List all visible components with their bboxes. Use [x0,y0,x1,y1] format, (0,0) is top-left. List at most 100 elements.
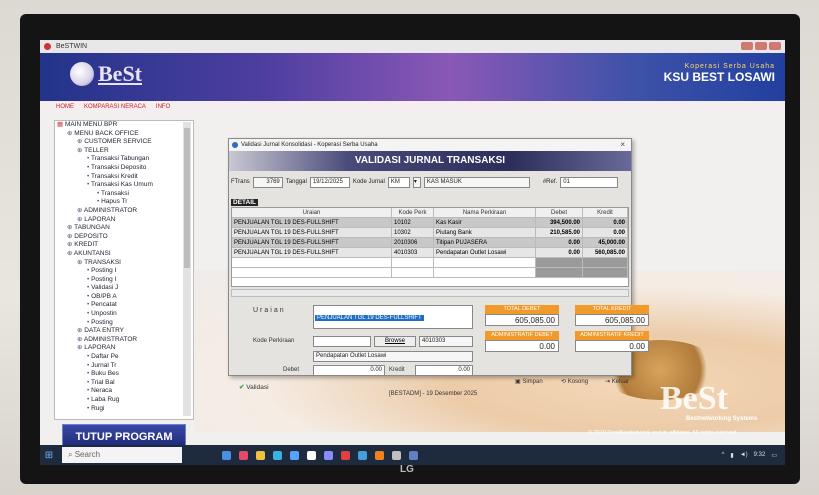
tree-node[interactable]: • OB/PB A [55,293,193,302]
tree-node[interactable]: ⊕ ADMINISTRATOR [55,207,193,216]
tree-node[interactable]: ⊕ AKUNTANSI [55,250,193,259]
keluar-button[interactable]: ⇥ Keluar [605,378,629,385]
tree-node[interactable]: • Transaksi Kas Umum [55,181,193,190]
grid-hscrollbar[interactable] [231,289,629,297]
total-debet-label: TOTAL DEBET [485,305,559,314]
uraian-field[interactable]: PENJUALAN TGL 19 DES-FULLSHIFT [313,305,473,329]
tree-node[interactable]: • Jurnal Tr [55,362,193,371]
kode-jurnal-field[interactable]: KM [387,176,410,188]
menu-home[interactable]: HOME [56,101,74,113]
tree-node[interactable]: ▦ MAIN MENU BPR [55,121,193,130]
tree-node[interactable]: • Transaksi Deposito [55,164,193,173]
ftrans-field[interactable]: 3769 [252,176,283,188]
menu-komparasi[interactable]: KOMPARASI NERACA [84,101,146,113]
tree-node[interactable]: • Posting [55,319,193,328]
app-icon[interactable] [324,450,333,460]
debet-field[interactable]: 0.00 [313,365,385,376]
app-icon[interactable] [375,450,384,460]
copyright-text: © 2019 PontiBestnetwork and its affiliat… [588,430,738,436]
col-kode-perk[interactable]: Kode Perk [392,208,434,217]
tree-node[interactable]: ⊕ DEPOSITO [55,233,193,242]
cell-nama: Kas Kasir [434,218,536,227]
tree-node[interactable]: • Hapus Tr [55,198,193,207]
app-icon[interactable] [239,450,248,460]
tree-node[interactable]: ⊕ DATA ENTRY [55,327,193,336]
app-icon[interactable] [290,450,299,460]
scrollbar-thumb[interactable] [184,128,190,268]
tree-node-label: Unpostin [91,310,117,318]
maximize-button[interactable] [755,42,767,50]
node-bullet-icon: ⊕ [77,335,84,343]
minimize-button[interactable] [741,42,753,50]
tree-node[interactable]: ⊕ LAPORAN [55,216,193,225]
org-branding: Koperasi Serba Usaha KSU BEST LOSAWI [664,63,775,84]
tree-node[interactable]: • Posting I [55,276,193,285]
total-debet-box: TOTAL DEBET 605,085.00 [485,305,559,326]
kode-perkiraan-value: 4010303 [419,336,473,347]
tree-node[interactable]: • Daftar Pe [55,353,193,362]
close-button[interactable] [769,42,781,50]
tree-node[interactable]: • Neraca [55,387,193,396]
col-nama-perkiraan[interactable]: Nama Perkiraan [434,208,536,217]
uraian-label: Uraian [253,307,286,314]
tree-node[interactable]: • Rugi [55,405,193,414]
app-icon[interactable] [409,450,418,460]
tree-node[interactable]: • Trial Bal [55,379,193,388]
tray-arrow-icon[interactable]: ^ [722,452,725,458]
tree-scrollbar[interactable] [183,122,191,416]
table-row[interactable]: PENJUALAN TGL 19 DES-FULLSHIFT 4010303 P… [232,248,628,258]
adm-debet-label: ADMINISTRATIF DEBET [485,331,559,340]
table-row[interactable]: PENJUALAN TGL 19 DES-FULLSHIFT 2010306 T… [232,238,628,248]
app-icon[interactable] [307,450,316,460]
ref-field[interactable]: 01 [560,176,619,188]
col-debet[interactable]: Debet [536,208,583,217]
dialog-close-button[interactable]: × [620,139,625,151]
kredit-field[interactable]: 0.00 [415,365,473,376]
app-icon[interactable] [256,450,265,460]
screen: BeSTWIN BeSt Koperasi Serba Usaha KSU BE… [40,40,785,465]
tree-node[interactable]: ⊕ TRANSAKSI [55,259,193,268]
col-uraian[interactable]: Uraian [232,208,392,217]
browse-button[interactable]: Browse [374,336,416,347]
volume-icon[interactable]: ◄) [740,452,748,458]
tree-node[interactable]: • Unpostin [55,310,193,319]
task-view-icon[interactable] [222,450,231,460]
network-icon[interactable]: ▮ [730,452,733,459]
windows-start-icon[interactable]: ⊞ [40,445,58,465]
menu-info[interactable]: INFO [156,101,170,113]
app-icon[interactable] [358,450,367,460]
kosong-button[interactable]: ⟲ Kosong [561,378,588,385]
dialog-icon [232,142,238,148]
col-kredit[interactable]: Kredit [583,208,628,217]
tree-node[interactable]: • Transaksi Kredit [55,173,193,182]
tree-node[interactable]: • Laba Rug [55,396,193,405]
tree-node[interactable]: • Pencatat [55,301,193,310]
kode-jurnal-dropdown-icon[interactable]: ▾ [412,176,421,188]
tree-node[interactable]: • Transaksi [55,190,193,199]
tree-node[interactable]: • Posting I [55,267,193,276]
tanggal-field[interactable]: 19/12/2025 [309,176,350,188]
tree-node[interactable]: ⊕ LAPORAN [55,344,193,353]
table-row[interactable]: PENJUALAN TGL 19 DES-FULLSHIFT 10102 Kas… [232,218,628,228]
tree-node[interactable]: ⊕ MENU BACK OFFICE [55,130,193,139]
tree-node-label: ADMINISTRATOR [83,335,138,343]
tree-node[interactable]: • Buku Bes [55,370,193,379]
tree-node[interactable]: ⊕ ADMINISTRATOR [55,336,193,345]
clock[interactable]: 9:32 [754,452,766,458]
tree-node[interactable]: ⊕ CUSTOMER SERVICE [55,138,193,147]
tree-node[interactable]: ⊕ KREDIT [55,241,193,250]
simpan-button[interactable]: ▣ Simpan [515,378,543,385]
app-icon[interactable] [392,450,401,460]
validasi-button[interactable]: ✔ Validasi [239,383,269,391]
kode-perkiraan-input[interactable] [313,336,371,347]
tree-node[interactable]: ⊕ TELLER [55,147,193,156]
tree-node[interactable]: • Transaksi Tabungan [55,155,193,164]
tree-node[interactable]: • Validasi J [55,284,193,293]
cell-nama: Piutang Bank [434,228,536,237]
taskbar-search[interactable]: ⌕ Search [62,447,182,463]
tree-node[interactable]: ⊕ TABUNGAN [55,224,193,233]
table-row[interactable]: PENJUALAN TGL 19 DES-FULLSHIFT 10302 Piu… [232,228,628,238]
notification-icon[interactable]: ▭ [771,452,777,459]
edge-icon[interactable] [273,450,282,460]
app-icon[interactable] [341,450,350,460]
